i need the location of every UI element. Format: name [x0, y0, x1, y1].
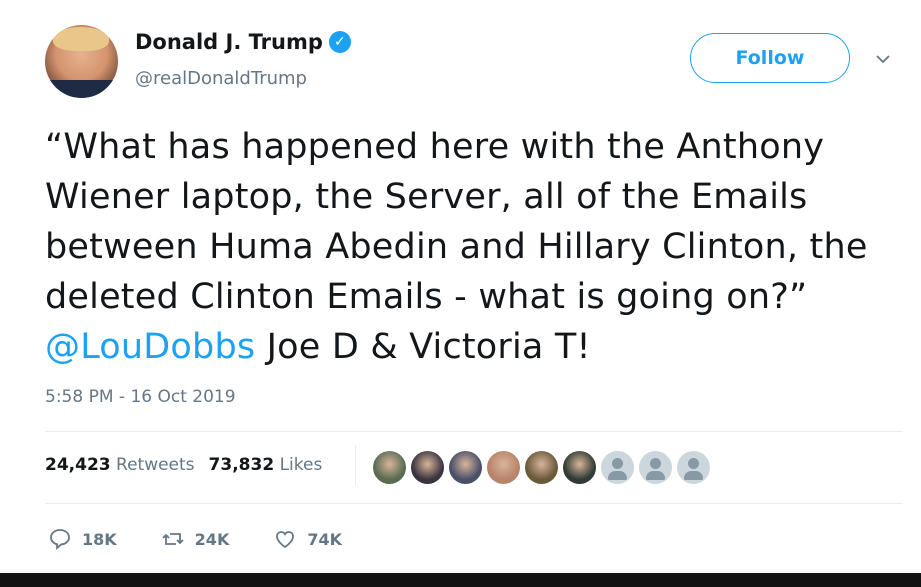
- tweet-timestamp[interactable]: 5:58 PM - 16 Oct 2019: [45, 387, 236, 407]
- tweet-text-tail: Joe D & Victoria T!: [255, 327, 591, 367]
- follow-button[interactable]: Follow: [690, 33, 850, 83]
- engagement-stats: 24,423 Retweets 73,832 Likes: [45, 455, 322, 475]
- retweet-count: 24K: [194, 529, 230, 549]
- retweet-icon: [162, 533, 184, 545]
- liker-avatar[interactable]: [373, 451, 406, 484]
- divider-bottom: [45, 503, 903, 504]
- likes-label: Likes: [279, 455, 323, 475]
- author-handle[interactable]: @realDonaldTrump: [135, 68, 307, 89]
- tweet-text: “What has happened here with the Anthony…: [45, 122, 895, 372]
- liker-avatar[interactable]: [601, 451, 634, 484]
- liker-avatar[interactable]: [525, 451, 558, 484]
- avatar-hair: [53, 27, 109, 51]
- reply-action[interactable]: 18K: [48, 527, 117, 551]
- like-count: 74K: [307, 529, 343, 549]
- tweet-text-body: “What has happened here with the Anthony…: [45, 127, 868, 317]
- heart-icon: [276, 531, 295, 549]
- retweets-label: Retweets: [116, 455, 195, 475]
- liker-avatar[interactable]: [677, 451, 710, 484]
- mention-link[interactable]: @LouDobbs: [45, 327, 255, 367]
- divider-top: [45, 431, 903, 432]
- author-name-row: Donald J. Trump ✓: [135, 30, 351, 54]
- chevron-down-icon[interactable]: [876, 48, 890, 69]
- tweet-card: Donald J. Trump ✓ @realDonaldTrump Follo…: [0, 0, 921, 587]
- likes-count: 73,832: [208, 455, 275, 475]
- retweet-action[interactable]: 24K: [161, 527, 230, 551]
- author-avatar[interactable]: [45, 25, 118, 98]
- action-bar: 18K 24K 74K: [48, 527, 342, 551]
- likers-avatars: [373, 451, 710, 484]
- retweets-stat[interactable]: 24,423 Retweets: [45, 455, 195, 475]
- bottom-frame-bar: [0, 573, 921, 587]
- liker-avatar[interactable]: [411, 451, 444, 484]
- liker-avatar[interactable]: [563, 451, 596, 484]
- stats-separator: [355, 445, 356, 485]
- reply-icon: [50, 529, 70, 551]
- retweets-count: 24,423: [45, 455, 111, 475]
- likes-stat[interactable]: 73,832 Likes: [209, 455, 323, 475]
- like-action[interactable]: 74K: [273, 527, 342, 551]
- verified-badge-icon: ✓: [328, 31, 351, 53]
- author-name[interactable]: Donald J. Trump: [135, 30, 323, 54]
- liker-avatar[interactable]: [449, 451, 482, 484]
- avatar-suit: [45, 80, 118, 98]
- liker-avatar[interactable]: [487, 451, 520, 484]
- reply-count: 18K: [82, 529, 117, 549]
- liker-avatar[interactable]: [639, 451, 672, 484]
